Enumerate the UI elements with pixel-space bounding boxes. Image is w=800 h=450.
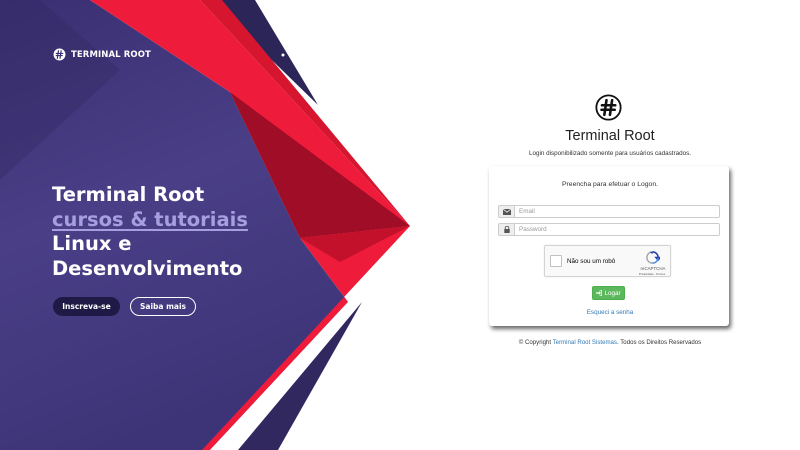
footer-company-link[interactable]: Terminal Root Sistemas [553,339,617,346]
headline-line-1: Terminal Root [52,183,205,206]
headline-line-2: cursos & tutoriais [52,207,248,231]
footer-suffix: . Todos os Direitos Reservados [616,339,702,346]
page-title: Terminal Root [565,128,655,144]
page-subtitle: Login disponibilizado somente para usuár… [528,150,692,157]
forgot-password-link[interactable]: Esqueci a senha [480,309,740,316]
subscribe-button[interactable]: Inscreva-se [53,297,120,316]
hero-panel: TERMINAL ROOT Terminal Root cursos & tut… [0,0,420,450]
password-field-group [498,223,720,236]
sign-in-icon [596,290,603,296]
captcha-terms[interactable]: Privacidade - Termos [634,272,670,276]
hero-brand: TERMINAL ROOT [53,48,151,61]
captcha-checkbox[interactable] [550,255,562,267]
recaptcha-icon [646,251,660,264]
envelope-icon [498,205,514,218]
hash-logo-icon [53,48,66,61]
login-card-title: Preencha para efetuar o Logon. [562,181,658,188]
recaptcha-widget: Não sou um robô reCAPTCHA Privacidade - … [544,245,671,277]
footer: © Copyright Terminal Root Sistemas. Todo… [480,339,740,346]
hash-logo-icon [595,94,622,121]
email-input[interactable] [514,205,720,218]
hero-brand-name: TERMINAL ROOT [71,49,151,60]
login-button[interactable]: Logar [592,286,625,300]
learn-more-button[interactable]: Saiba mais [130,297,196,316]
login-panel: Terminal Root Login disponibilizado some… [480,0,740,450]
lock-icon [498,223,514,236]
email-field-group [498,205,720,218]
password-input[interactable] [514,223,720,236]
headline-line-4: Desenvolvimento [52,256,243,280]
captcha-brand: reCAPTCHA [640,266,666,271]
headline-line-3: Linux e [52,232,132,255]
hero-headline: Terminal Root cursos & tutoriais Linux e… [52,183,248,281]
captcha-label: Não sou um robô [567,258,616,265]
footer-prefix: © Copyright [518,339,552,346]
login-button-label: Logar [604,289,621,297]
